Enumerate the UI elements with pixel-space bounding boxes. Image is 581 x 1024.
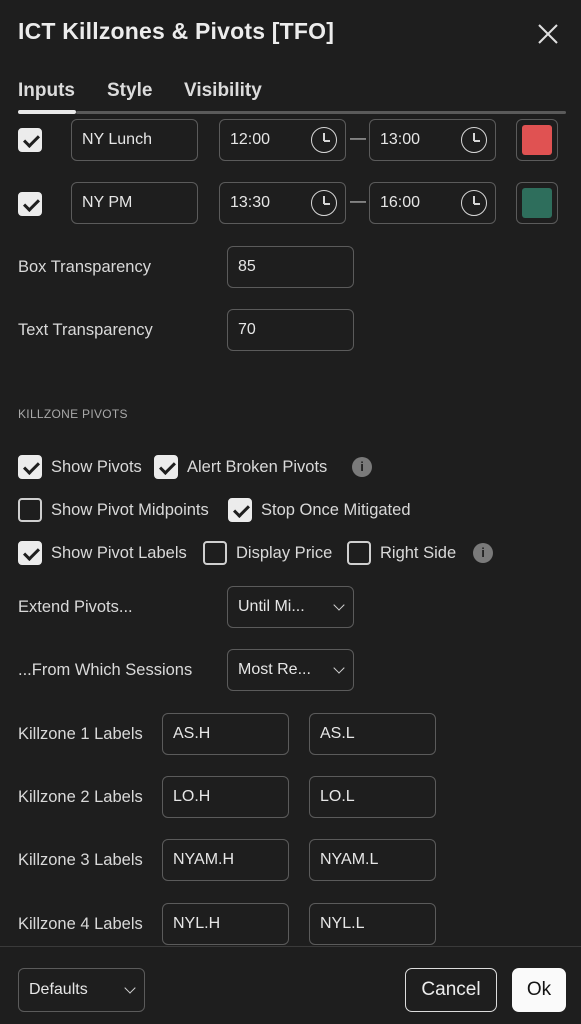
color-swatch: [522, 125, 552, 155]
show-pivots-checkbox[interactable]: [18, 455, 42, 479]
session-ny-pm-end-input[interactable]: 16:00: [369, 182, 496, 224]
extend-pivots-label: Extend Pivots...: [18, 598, 133, 616]
text-transparency-input[interactable]: 70: [227, 309, 354, 351]
session-ny-pm-start-input[interactable]: 13:30: [219, 182, 346, 224]
chevron-down-icon: [333, 599, 345, 611]
show-pivots-label[interactable]: Show Pivots: [51, 458, 142, 477]
clock-icon[interactable]: [311, 190, 337, 216]
killzone-2-labels-label: Killzone 2 Labels: [18, 788, 143, 806]
show-pivot-labels-checkbox[interactable]: [18, 541, 42, 565]
chevron-down-icon: [333, 662, 345, 674]
tab-scroll-track: [76, 111, 566, 114]
time-separator: —: [350, 130, 366, 147]
killzone-1-high-input[interactable]: AS.H: [162, 713, 289, 755]
clock-icon[interactable]: [461, 127, 487, 153]
start-time-value: 13:30: [230, 194, 271, 211]
end-time-value: 13:00: [380, 131, 421, 148]
from-which-sessions-select[interactable]: Most Re...: [227, 649, 354, 691]
info-icon[interactable]: i: [473, 543, 493, 563]
color-swatch: [522, 188, 552, 218]
killzone-3-low-input[interactable]: NYAM.L: [309, 839, 436, 881]
start-time-value: 12:00: [230, 131, 271, 148]
show-pivot-midpoints-checkbox[interactable]: [18, 498, 42, 522]
tab-style[interactable]: Style: [107, 80, 152, 102]
display-price-label[interactable]: Display Price: [236, 544, 332, 563]
alert-broken-pivots-checkbox[interactable]: [154, 455, 178, 479]
tab-visibility[interactable]: Visibility: [184, 80, 262, 102]
session-ny-pm-checkbox[interactable]: [18, 192, 42, 216]
stop-once-mitigated-checkbox[interactable]: [228, 498, 252, 522]
session-ny-pm-color-picker[interactable]: [516, 182, 558, 224]
defaults-label: Defaults: [29, 981, 88, 998]
defaults-dropdown[interactable]: Defaults: [18, 968, 145, 1012]
alert-broken-pivots-label[interactable]: Alert Broken Pivots: [187, 458, 327, 477]
display-price-checkbox[interactable]: [203, 541, 227, 565]
session-ny-lunch-name-input[interactable]: NY Lunch: [71, 119, 198, 161]
clock-icon[interactable]: [461, 190, 487, 216]
session-ny-lunch-start-input[interactable]: 12:00: [219, 119, 346, 161]
extend-pivots-select[interactable]: Until Mi...: [227, 586, 354, 628]
active-tab-indicator: [18, 110, 76, 114]
extend-pivots-value: Until Mi...: [238, 598, 305, 615]
box-transparency-input[interactable]: 85: [227, 246, 354, 288]
end-time-value: 16:00: [380, 194, 421, 211]
killzone-2-high-input[interactable]: LO.H: [162, 776, 289, 818]
killzone-1-labels-label: Killzone 1 Labels: [18, 725, 143, 743]
cancel-button[interactable]: Cancel: [405, 968, 497, 1012]
footer-divider: [0, 946, 581, 947]
show-pivot-labels-label[interactable]: Show Pivot Labels: [51, 544, 187, 563]
right-side-label[interactable]: Right Side: [380, 544, 456, 563]
close-icon[interactable]: [536, 22, 560, 46]
text-transparency-label: Text Transparency: [18, 321, 153, 339]
ok-button[interactable]: Ok: [512, 968, 566, 1012]
time-separator: —: [350, 193, 366, 210]
session-ny-lunch-end-input[interactable]: 13:00: [369, 119, 496, 161]
tab-inputs[interactable]: Inputs: [18, 80, 75, 102]
killzone-3-high-input[interactable]: NYAM.H: [162, 839, 289, 881]
right-side-checkbox[interactable]: [347, 541, 371, 565]
session-ny-pm-name-input[interactable]: NY PM: [71, 182, 198, 224]
killzone-4-high-input[interactable]: NYL.H: [162, 903, 289, 945]
session-ny-lunch-checkbox[interactable]: [18, 128, 42, 152]
clock-icon[interactable]: [311, 127, 337, 153]
killzone-4-low-input[interactable]: NYL.L: [309, 903, 436, 945]
stop-once-mitigated-label[interactable]: Stop Once Mitigated: [261, 501, 411, 520]
session-ny-lunch-color-picker[interactable]: [516, 119, 558, 161]
from-which-sessions-value: Most Re...: [238, 661, 311, 678]
dialog-title: ICT Killzones & Pivots [TFO]: [18, 18, 335, 44]
show-pivot-midpoints-label[interactable]: Show Pivot Midpoints: [51, 501, 209, 520]
from-which-sessions-label: ...From Which Sessions: [18, 661, 193, 679]
chevron-down-icon: [124, 982, 136, 994]
section-killzone-pivots: KILLZONE PIVOTS: [18, 407, 128, 421]
killzone-2-low-input[interactable]: LO.L: [309, 776, 436, 818]
killzone-1-low-input[interactable]: AS.L: [309, 713, 436, 755]
killzone-4-labels-label: Killzone 4 Labels: [18, 915, 143, 933]
box-transparency-label: Box Transparency: [18, 258, 151, 276]
info-icon[interactable]: i: [352, 457, 372, 477]
killzone-3-labels-label: Killzone 3 Labels: [18, 851, 143, 869]
